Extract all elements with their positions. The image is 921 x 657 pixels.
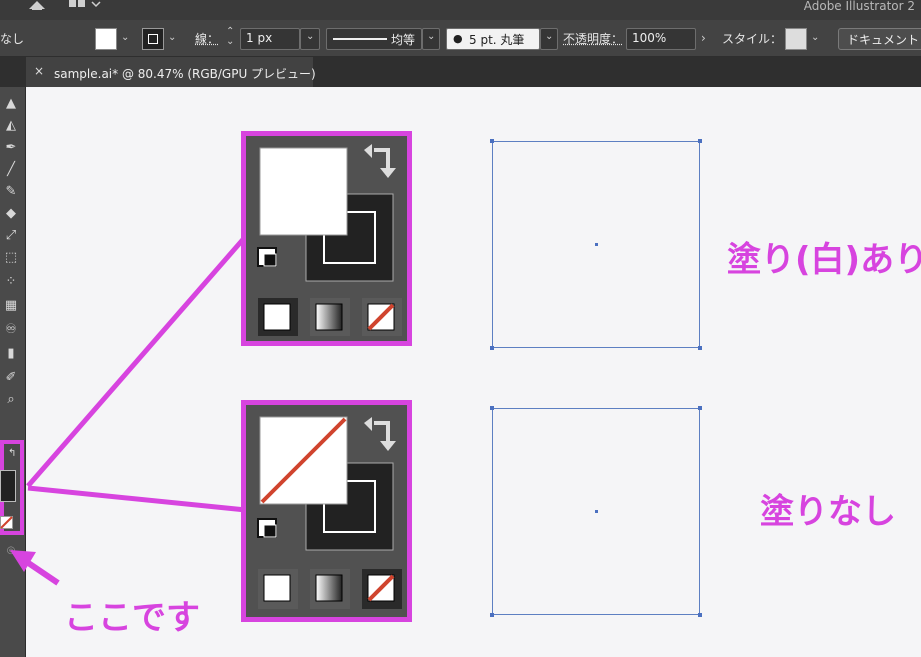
callout-lines <box>10 234 248 586</box>
annotation-fill-none: 塗りなし <box>760 492 896 532</box>
annotation-fill-white: 塗り(白)あり <box>727 240 921 280</box>
shape-with-fill[interactable] <box>490 139 702 350</box>
fill-stroke-panel-none <box>241 400 412 622</box>
fill-stroke-panel-white <box>241 131 412 346</box>
shape-without-fill[interactable] <box>490 406 702 617</box>
annotation-here: ここです <box>64 598 200 638</box>
